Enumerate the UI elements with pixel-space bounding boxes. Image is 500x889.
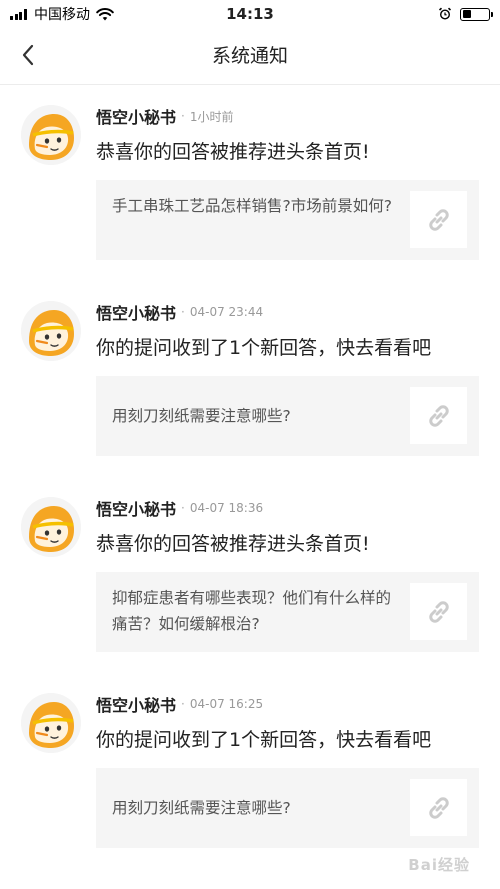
link-icon <box>428 208 449 231</box>
notification-message: 恭喜你的回答被推荐进头条首页! <box>96 533 370 555</box>
sender-name[interactable]: 悟空小秘书 <box>96 300 176 324</box>
link-thumbnail <box>410 779 467 836</box>
avatar[interactable] <box>21 693 81 753</box>
wukong-avatar-icon <box>21 301 81 361</box>
link-thumbnail <box>410 387 467 444</box>
notification-message: 你的提问收到了1个新回答，快去看看吧 <box>96 729 432 751</box>
battery-icon <box>460 7 493 21</box>
wukong-avatar-icon <box>21 105 81 165</box>
battery-level <box>462 10 472 18</box>
question-title: 手工串珠工艺品怎样销售?市场前景如何? <box>112 197 392 215</box>
notification-item: 悟空小秘书 · 1小时前 恭喜你的回答被推荐进头条首页! 手工串珠工艺品怎样销售… <box>0 85 500 281</box>
notification-item: 悟空小秘书 · 04-07 23:44 你的提问收到了1个新回答，快去看看吧 用… <box>0 281 500 477</box>
link-icon <box>428 404 449 427</box>
timestamp: 1小时前 <box>189 109 234 124</box>
status-bar: 中国移动 <box>0 0 500 28</box>
separator-dot: · <box>181 305 185 319</box>
notification-list: 悟空小秘书 · 1小时前 恭喜你的回答被推荐进头条首页! 手工串珠工艺品怎样销售… <box>0 85 500 869</box>
status-bar-left: 中国移动 <box>10 4 114 24</box>
wukong-avatar-icon <box>21 693 81 753</box>
question-title: 用刻刀刻纸需要注意哪些? <box>112 799 291 817</box>
sender-name[interactable]: 悟空小秘书 <box>96 104 176 128</box>
signal-strength-icon <box>10 8 28 20</box>
question-card[interactable]: 手工串珠工艺品怎样销售?市场前景如何? <box>96 180 479 260</box>
question-card[interactable]: 用刻刀刻纸需要注意哪些? <box>96 376 479 456</box>
question-title: 用刻刀刻纸需要注意哪些? <box>112 407 291 425</box>
page-title: 系统通知 <box>211 45 288 67</box>
notification-item: 悟空小秘书 · 04-07 18:36 恭喜你的回答被推荐进头条首页! 抑郁症患… <box>0 477 500 673</box>
wifi-icon <box>96 7 114 21</box>
navigation-bar: 系统通知 <box>0 28 500 85</box>
notification-header: 悟空小秘书 · 1小时前 <box>96 103 233 129</box>
separator-dot: · <box>181 697 185 711</box>
link-icon <box>428 600 449 623</box>
notification-header: 悟空小秘书 · 04-07 16:25 <box>96 691 263 717</box>
timestamp: 04-07 16:25 <box>189 697 264 711</box>
separator-dot: · <box>181 109 185 123</box>
notification-header: 悟空小秘书 · 04-07 18:36 <box>96 495 263 521</box>
question-card[interactable]: 抑郁症患者有哪些表现？他们有什么样的痛苦？如何缓解根治? <box>96 572 479 652</box>
timestamp: 04-07 18:36 <box>189 501 264 515</box>
avatar[interactable] <box>21 105 81 165</box>
notification-item: 悟空小秘书 · 04-07 16:25 你的提问收到了1个新回答，快去看看吧 用… <box>0 673 500 869</box>
watermark: Bai经验 <box>408 856 470 874</box>
timestamp: 04-07 23:44 <box>189 305 264 319</box>
status-bar-right <box>438 7 493 21</box>
question-title: 抑郁症患者有哪些表现？他们有什么样的痛苦？如何缓解根治? <box>112 589 392 633</box>
sender-name[interactable]: 悟空小秘书 <box>96 692 176 716</box>
link-thumbnail <box>410 191 467 248</box>
wukong-avatar-icon <box>21 497 81 557</box>
carrier-name: 中国移动 <box>34 7 90 23</box>
sender-name[interactable]: 悟空小秘书 <box>96 496 176 520</box>
alarm-icon <box>438 7 460 21</box>
avatar[interactable] <box>21 497 81 557</box>
question-card[interactable]: 用刻刀刻纸需要注意哪些? <box>96 768 479 848</box>
separator-dot: · <box>181 501 185 515</box>
notification-header: 悟空小秘书 · 04-07 23:44 <box>96 299 263 325</box>
notification-message: 你的提问收到了1个新回答，快去看看吧 <box>96 337 432 359</box>
avatar[interactable] <box>21 301 81 361</box>
link-thumbnail <box>410 583 467 640</box>
notification-message: 恭喜你的回答被推荐进头条首页! <box>96 141 370 163</box>
link-icon <box>428 796 449 819</box>
